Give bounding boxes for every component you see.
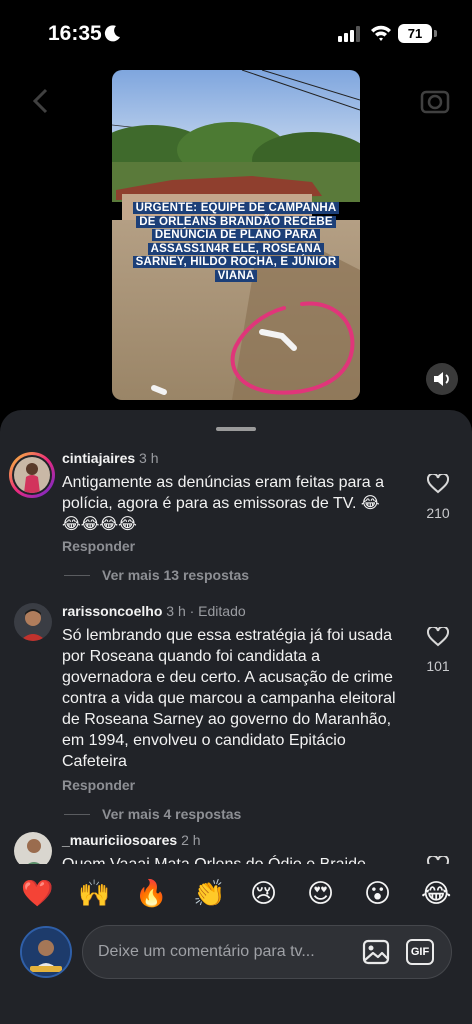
view-more-replies[interactable]: Ver mais 13 respostas xyxy=(64,567,249,583)
emoji-raising-hands[interactable]: 🙌 xyxy=(78,878,110,908)
like-count: 210 xyxy=(426,505,450,521)
status-time: 16:35 xyxy=(48,22,102,45)
avatar-image xyxy=(22,928,70,976)
like-button[interactable]: 101 xyxy=(418,625,458,674)
comment-input-placeholder: Deixe um comentário para tv... xyxy=(98,943,315,960)
battery-icon: 71 xyxy=(398,24,432,43)
image-icon[interactable] xyxy=(362,939,390,965)
emoji-bar: ❤️ 🙌 🔥 👏 😢 😍 😮 😂 xyxy=(0,864,472,922)
gif-icon[interactable]: GIF xyxy=(406,939,434,965)
comment-meta: cintiajaires 3 h xyxy=(62,450,159,466)
my-avatar[interactable] xyxy=(20,926,72,978)
comment-time: 2 h xyxy=(181,832,201,848)
status-bar: 16:35 71 xyxy=(0,0,472,64)
moon-icon xyxy=(104,25,120,42)
compose-bar: Deixe um comentário para tv... GIF xyxy=(0,922,472,1024)
heart-icon xyxy=(426,472,450,494)
emoji-fire[interactable]: 🔥 xyxy=(135,878,167,908)
divider xyxy=(64,813,90,815)
emoji-laughing[interactable]: 😂 xyxy=(421,878,451,908)
mute-button[interactable] xyxy=(426,363,458,395)
comment-meta: _mauriciiosoares 2 h xyxy=(62,832,201,848)
comment-meta: rarissoncoelho 3 h · Editado xyxy=(62,603,246,619)
camera-icon[interactable] xyxy=(420,86,450,114)
emoji-surprised[interactable]: 😮 xyxy=(364,878,391,908)
emoji-heart[interactable]: ❤️ xyxy=(21,878,53,908)
comment-time: 3 h xyxy=(166,603,186,619)
emoji-crying[interactable]: 😢 xyxy=(250,878,277,908)
video-caption-text: URGENTE: EQUIPE DE CAMPANHA DE ORLEANS B… xyxy=(132,202,340,282)
view-more-replies[interactable]: Ver mais 4 respostas xyxy=(64,806,241,822)
avatar-image xyxy=(14,457,50,493)
signal-icon xyxy=(338,26,360,42)
comment-username[interactable]: cintiajaires xyxy=(62,450,135,466)
comment-username[interactable]: _mauriciiosoares xyxy=(62,832,177,848)
avatar-image xyxy=(14,603,52,641)
view-more-replies-label: Ver mais 13 respostas xyxy=(102,567,250,583)
comment-input[interactable]: Deixe um comentário para tv... GIF xyxy=(82,925,452,979)
video-preview[interactable]: URGENTE: EQUIPE DE CAMPANHA DE ORLEANS B… xyxy=(112,70,360,400)
comment-time: 3 h xyxy=(139,450,159,466)
wifi-icon xyxy=(371,25,391,41)
battery-cap xyxy=(434,30,437,37)
reply-button[interactable]: Responder xyxy=(62,538,135,554)
grab-handle[interactable] xyxy=(216,427,256,431)
avatar[interactable] xyxy=(14,603,52,641)
comment-text: Antigamente as denúncias eram feitas par… xyxy=(62,474,384,533)
divider xyxy=(64,574,90,576)
like-button[interactable]: 210 xyxy=(418,472,458,521)
comment-edited: · Editado xyxy=(189,603,246,619)
view-more-replies-label: Ver mais 4 respostas xyxy=(102,806,242,822)
like-count: 101 xyxy=(426,658,450,674)
comment-username[interactable]: rarissoncoelho xyxy=(62,603,162,619)
comment-text: Só lembrando que essa estratégia já foi … xyxy=(62,627,396,770)
avatar[interactable] xyxy=(9,452,55,498)
reply-button[interactable]: Responder xyxy=(62,777,135,793)
speaker-icon xyxy=(434,372,449,386)
video-caption: URGENTE: EQUIPE DE CAMPANHA DE ORLEANS B… xyxy=(126,202,346,283)
emoji-clap[interactable]: 👏 xyxy=(193,878,225,908)
heart-icon xyxy=(426,625,450,647)
back-icon[interactable] xyxy=(30,88,52,114)
emoji-heart-eyes[interactable]: 😍 xyxy=(307,878,334,908)
